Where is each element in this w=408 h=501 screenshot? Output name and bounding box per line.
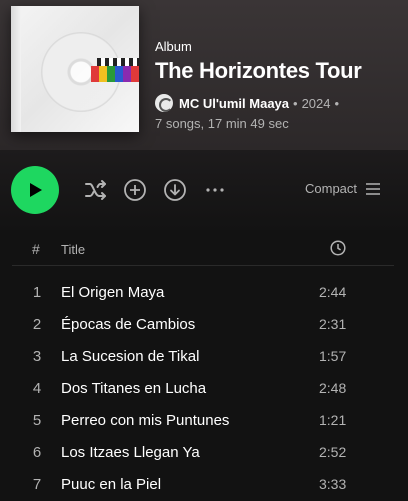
cover-spine bbox=[11, 6, 21, 132]
track-row[interactable]: 5 Perreo con mis Puntunes 1:21 bbox=[0, 405, 408, 437]
track-title[interactable]: El Origen Maya bbox=[61, 284, 164, 301]
clock-icon bbox=[330, 240, 346, 256]
track-number: 1 bbox=[32, 284, 42, 301]
track-number: 2 bbox=[32, 316, 42, 333]
track-duration: 2:31 bbox=[319, 316, 347, 332]
track-number: 5 bbox=[32, 412, 42, 429]
track-row[interactable]: 4 Dos Titanes en Lucha 2:48 bbox=[0, 373, 408, 405]
track-row[interactable]: 1 El Origen Maya 2:44 bbox=[0, 277, 408, 309]
number-column-header: # bbox=[32, 241, 40, 257]
track-list: 1 El Origen Maya 2:44 2 Épocas de Cambio… bbox=[0, 277, 408, 501]
track-title[interactable]: La Sucesion de Tikal bbox=[61, 348, 199, 365]
more-options-button[interactable] bbox=[203, 178, 227, 202]
track-duration: 1:21 bbox=[319, 412, 347, 428]
action-bar: Compact bbox=[0, 150, 408, 230]
shuffle-button[interactable] bbox=[84, 178, 108, 202]
list-icon bbox=[366, 182, 381, 195]
track-duration: 2:48 bbox=[319, 380, 347, 396]
cover-color-strip bbox=[91, 66, 139, 82]
track-row[interactable]: 3 La Sucesion de Tikal 1:57 bbox=[0, 341, 408, 373]
play-button[interactable] bbox=[11, 166, 59, 214]
more-icon bbox=[206, 188, 224, 192]
album-type-label: Album bbox=[155, 39, 192, 54]
track-duration: 2:52 bbox=[319, 444, 347, 460]
album-cover[interactable] bbox=[11, 6, 139, 132]
add-to-library-button[interactable] bbox=[123, 178, 147, 202]
download-icon bbox=[164, 179, 186, 201]
album-header: Album The Horizontes Tour MC Ul'umil Maa… bbox=[0, 0, 408, 150]
title-column-header[interactable]: Title bbox=[61, 242, 85, 257]
play-icon bbox=[30, 183, 42, 197]
artist-name-link[interactable]: MC Ul'umil Maaya bbox=[179, 96, 289, 111]
release-year: 2024 bbox=[301, 95, 331, 111]
view-toggle-compact[interactable]: Compact bbox=[305, 181, 381, 196]
download-button[interactable] bbox=[163, 178, 187, 202]
track-title[interactable]: Perreo con mis Puntunes bbox=[61, 412, 229, 429]
add-icon bbox=[124, 179, 146, 201]
track-row[interactable]: 6 Los Itzaes Llegan Ya 2:52 bbox=[0, 437, 408, 469]
separator-dot: • bbox=[334, 95, 340, 111]
track-table-header: # Title bbox=[0, 236, 408, 266]
cover-checker-pattern bbox=[97, 58, 139, 66]
view-label: Compact bbox=[305, 181, 358, 196]
artist-avatar[interactable] bbox=[155, 94, 173, 112]
track-title[interactable]: Dos Titanes en Lucha bbox=[61, 380, 206, 397]
track-row[interactable]: 7 Puuc en la Piel 3:33 bbox=[0, 469, 408, 501]
album-stats: 7 songs, 17 min 49 sec bbox=[155, 116, 289, 131]
track-number: 3 bbox=[32, 348, 42, 365]
track-title[interactable]: Los Itzaes Llegan Ya bbox=[61, 444, 200, 461]
track-number: 7 bbox=[32, 476, 42, 493]
duration-column-header[interactable] bbox=[330, 240, 346, 261]
track-duration: 2:44 bbox=[319, 284, 347, 300]
track-row[interactable]: 2 Épocas de Cambios 2:31 bbox=[0, 309, 408, 341]
track-duration: 3:33 bbox=[319, 476, 347, 492]
shuffle-icon bbox=[85, 180, 106, 200]
track-number: 6 bbox=[32, 444, 42, 461]
track-duration: 1:57 bbox=[319, 348, 347, 364]
artist-line: MC Ul'umil Maaya • 2024 • bbox=[155, 94, 343, 112]
track-title[interactable]: Épocas de Cambios bbox=[61, 316, 195, 333]
album-title: The Horizontes Tour bbox=[155, 58, 362, 83]
header-divider bbox=[12, 265, 394, 266]
track-title[interactable]: Puuc en la Piel bbox=[61, 476, 161, 493]
track-number: 4 bbox=[32, 380, 42, 397]
separator-dot: • bbox=[293, 95, 298, 111]
